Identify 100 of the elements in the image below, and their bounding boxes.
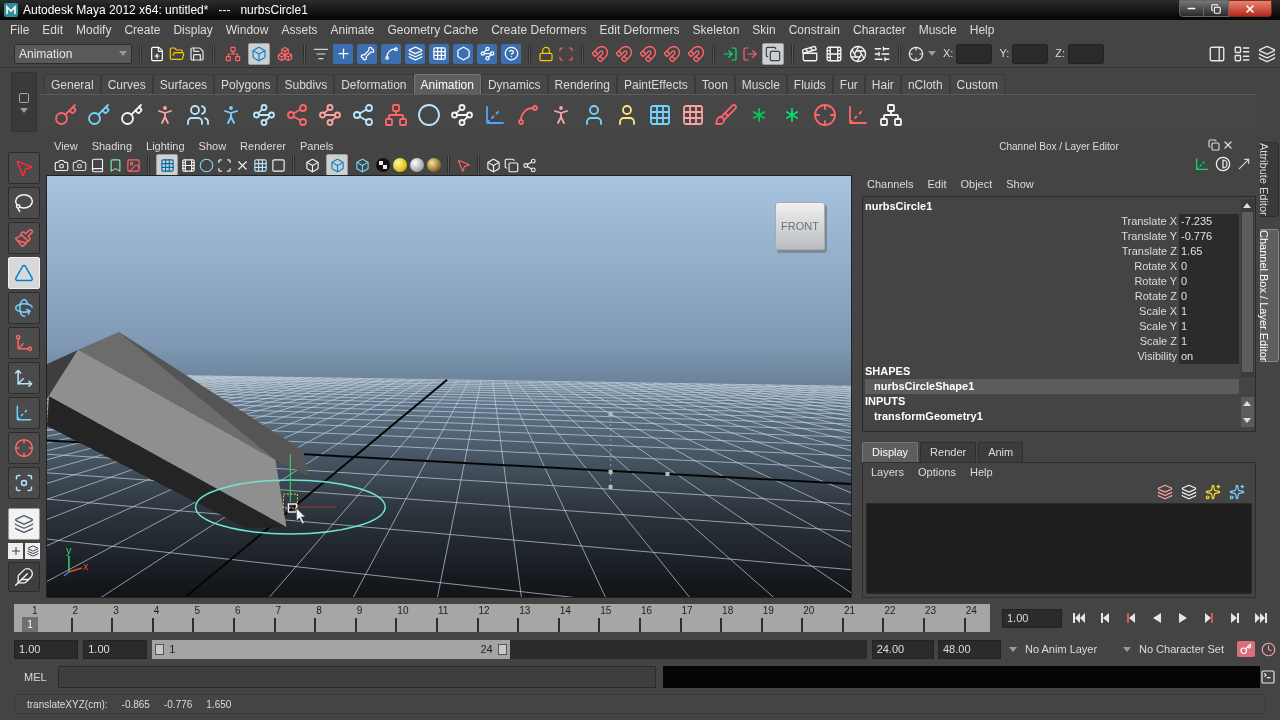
channel-value-field[interactable]: 0: [1179, 274, 1239, 289]
circle-icon[interactable]: [199, 157, 214, 173]
tool-button[interactable]: [8, 562, 40, 592]
shelf-tab[interactable]: Rendering: [547, 74, 617, 94]
node-row[interactable]: nurbsCircleShape1: [865, 379, 1239, 394]
channel-value-field[interactable]: 1: [1179, 304, 1239, 319]
bone-icon[interactable]: [357, 43, 377, 64]
panel-menu-item[interactable]: View: [54, 138, 78, 155]
panel-menu-item[interactable]: Show: [198, 138, 227, 155]
clock-icon[interactable]: [1261, 641, 1276, 657]
focus-icon[interactable]: [14, 473, 34, 493]
menu-item[interactable]: Muscle: [918, 21, 957, 39]
nodes-icon[interactable]: [477, 43, 497, 64]
aperture-icon[interactable]: [849, 44, 867, 63]
grid-icon[interactable]: [648, 102, 672, 127]
close-icon[interactable]: [1244, 2, 1256, 15]
tool-button[interactable]: [8, 292, 40, 324]
manipulator-handle[interactable]: [282, 453, 337, 513]
anim-layer-dropdown[interactable]: No Anim Layer: [1009, 640, 1123, 658]
menu-set-dropdown[interactable]: Animation: [14, 43, 132, 64]
sparkles-icon[interactable]: [1229, 484, 1245, 500]
character-set-dropdown[interactable]: No Character Set: [1123, 640, 1237, 658]
shelf-tab[interactable]: nCloth: [900, 74, 950, 94]
hierarchy-icon[interactable]: [879, 102, 903, 127]
magnet-icon[interactable]: [615, 44, 633, 63]
layer-tab[interactable]: Display: [862, 442, 919, 462]
shelf-tab[interactable]: Polygons: [214, 74, 278, 94]
layers-icon[interactable]: [14, 514, 34, 534]
channel-value-field[interactable]: -0.776: [1179, 229, 1239, 244]
tool-button[interactable]: [8, 467, 40, 499]
shelf-tab[interactable]: Hair: [864, 74, 901, 94]
checker-icon[interactable]: [376, 158, 390, 172]
scroll-thumb[interactable]: [1241, 212, 1253, 372]
slider-handle[interactable]: [155, 643, 165, 655]
share-icon[interactable]: [522, 157, 537, 173]
scroll-down-icon[interactable]: [1243, 418, 1251, 423]
grid-icon[interactable]: [429, 43, 449, 64]
menu-item[interactable]: Display: [173, 21, 213, 39]
menu-item[interactable]: Skeleton: [692, 21, 740, 39]
hexagon-icon[interactable]: [453, 43, 473, 64]
shelf-menu-button[interactable]: [11, 72, 37, 132]
lit-sphere-icon[interactable]: [393, 158, 407, 172]
frame-icon[interactable]: [217, 157, 232, 173]
plus-icon[interactable]: [333, 43, 353, 64]
maximize-button[interactable]: [1204, 0, 1229, 17]
magnet-icon[interactable]: [687, 44, 705, 63]
file-plus-icon[interactable]: [149, 45, 165, 62]
nodes-icon[interactable]: [450, 102, 474, 127]
help-icon[interactable]: [501, 43, 521, 64]
menu-item[interactable]: Edit: [927, 175, 947, 193]
shelf-tab[interactable]: Fluids: [786, 74, 833, 94]
key-step-back-icon[interactable]: [1124, 611, 1138, 625]
axes-icon[interactable]: [1194, 156, 1210, 172]
tool-button[interactable]: [8, 362, 40, 394]
range-end-field[interactable]: 24.00: [871, 639, 934, 659]
magnet-icon[interactable]: [591, 44, 609, 63]
channel-value-field[interactable]: 0: [1179, 289, 1239, 304]
cv-points[interactable]: [608, 412, 670, 489]
sparkles-icon[interactable]: [1205, 484, 1221, 500]
layers-icon[interactable]: [1157, 484, 1173, 500]
crosshair-icon[interactable]: [813, 102, 837, 127]
bookmark-icon[interactable]: [108, 157, 123, 173]
layers-icon[interactable]: [405, 43, 425, 64]
current-frame-field[interactable]: 1.00: [1002, 608, 1062, 628]
menu-item[interactable]: Character: [853, 21, 906, 39]
shelf-tab[interactable]: Fur: [832, 74, 865, 94]
move-icon[interactable]: [14, 368, 34, 388]
people-icon[interactable]: [186, 102, 210, 127]
menu-item[interactable]: Edit Deformers: [599, 21, 680, 39]
rotate-icon[interactable]: [14, 298, 34, 318]
menu-item[interactable]: Edit: [42, 21, 64, 39]
key-step-forward-icon[interactable]: [1202, 611, 1216, 625]
paintbrush-icon[interactable]: [14, 228, 34, 248]
layout-button[interactable]: [8, 508, 40, 540]
lock-icon[interactable]: [538, 45, 554, 62]
range-start-field[interactable]: 1.00: [83, 639, 148, 659]
cursor-icon[interactable]: [456, 157, 471, 173]
panel-menu-item[interactable]: Shading: [91, 138, 133, 155]
key-icon[interactable]: [120, 102, 144, 127]
folder-icon[interactable]: [169, 45, 185, 62]
caret-icon[interactable]: [1123, 646, 1131, 652]
axes-icon[interactable]: [14, 403, 34, 423]
curve-icon[interactable]: [381, 43, 401, 64]
grid-icon[interactable]: [681, 102, 705, 127]
caret-icon[interactable]: [20, 107, 28, 113]
terminal-icon[interactable]: [1260, 669, 1276, 685]
viewport[interactable]: y x FRONT: [46, 175, 852, 598]
node-row[interactable]: transformGeometry1: [865, 409, 1239, 424]
channel-value-field[interactable]: 0: [1179, 259, 1239, 274]
close-button[interactable]: [1229, 0, 1272, 17]
step-back-icon[interactable]: [1098, 611, 1112, 625]
sliders-icon[interactable]: [873, 44, 891, 63]
nurbs-circle[interactable]: [194, 479, 386, 535]
coordinate-field[interactable]: [1068, 43, 1104, 64]
command-input[interactable]: [58, 666, 656, 688]
scrollbar[interactable]: [1240, 397, 1254, 427]
time-slider[interactable]: 1 2 3 4 5 6 7 8 9 10 11 12 13 14 15 16 17 18 19 20 21 22 23 24 1: [14, 604, 990, 632]
shelf-tab[interactable]: PaintEffects: [616, 74, 695, 94]
panel-right-icon[interactable]: [1208, 44, 1226, 63]
contrast-icon[interactable]: [1215, 156, 1231, 172]
